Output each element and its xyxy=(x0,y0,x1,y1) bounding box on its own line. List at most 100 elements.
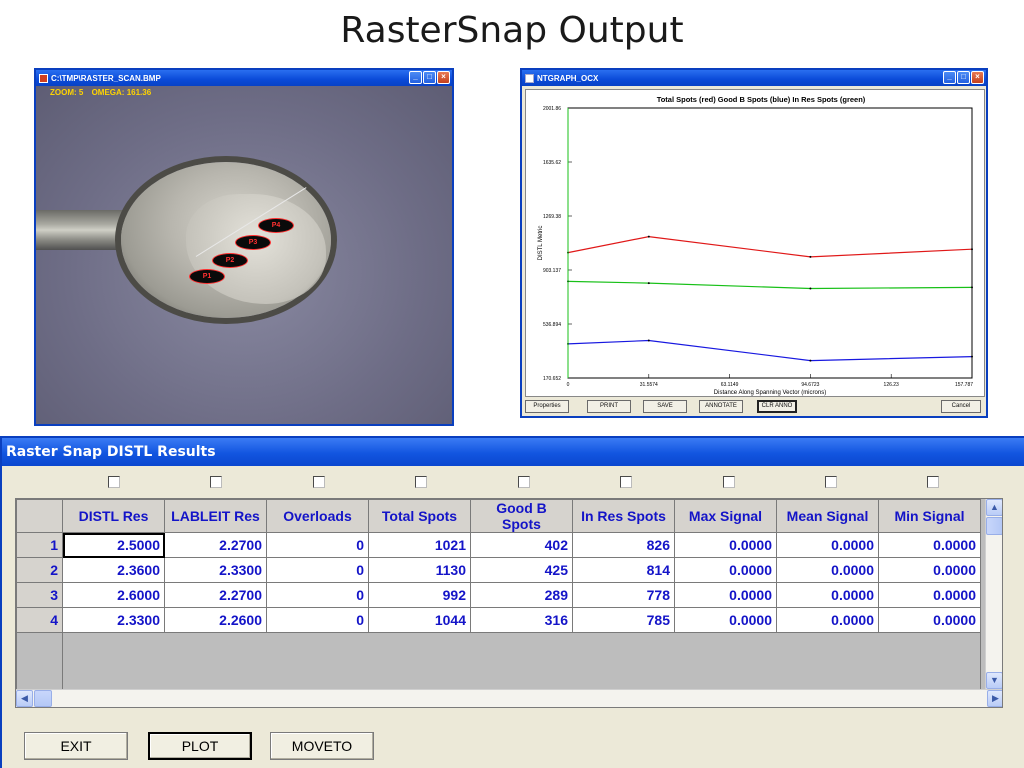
vertical-scrollbar[interactable]: ▲ ▼ xyxy=(985,499,1002,689)
table-cell[interactable]: 826 xyxy=(572,532,675,558)
row-header[interactable]: 1 xyxy=(16,532,63,558)
close-button[interactable]: × xyxy=(971,71,984,84)
column-checkbox[interactable] xyxy=(518,476,530,488)
scroll-thumb[interactable] xyxy=(986,517,1002,535)
x-tick-label: 157.787 xyxy=(955,382,973,388)
plot-button[interactable]: PLOT xyxy=(148,732,252,760)
graph-window-titlebar[interactable]: NTGRAPH_OCX _ □ × xyxy=(522,70,986,86)
column-header[interactable]: In Res Spots xyxy=(572,499,675,533)
minimize-button[interactable]: _ xyxy=(943,71,956,84)
table-cell[interactable]: 0.0000 xyxy=(776,557,879,583)
column-checkbox[interactable] xyxy=(927,476,939,488)
scroll-thumb[interactable] xyxy=(34,690,52,707)
column-checkbox[interactable] xyxy=(313,476,325,488)
raster-point-p4[interactable]: P4 xyxy=(258,218,294,233)
table-cell[interactable]: 2.3600 xyxy=(62,557,165,583)
column-header[interactable]: Min Signal xyxy=(878,499,981,533)
scroll-right-icon[interactable]: ▶ xyxy=(987,690,1002,707)
maximize-button[interactable]: □ xyxy=(957,71,970,84)
row-header[interactable]: 3 xyxy=(16,582,63,608)
raster-point-p1[interactable]: P1 xyxy=(189,269,225,284)
minimize-button[interactable]: _ xyxy=(409,71,422,84)
table-cell[interactable]: 2.6000 xyxy=(62,582,165,608)
scroll-up-icon[interactable]: ▲ xyxy=(986,499,1002,516)
raster-window-titlebar[interactable]: C:\TMP\RASTER_SCAN.BMP _ □ × xyxy=(36,70,452,86)
table-cell[interactable]: 316 xyxy=(470,607,573,633)
row-header[interactable]: 2 xyxy=(16,557,63,583)
table-cell[interactable]: 0 xyxy=(266,607,369,633)
table-cell[interactable]: 778 xyxy=(572,582,675,608)
raster-point-p3[interactable]: P3 xyxy=(235,235,271,250)
table-cell[interactable]: 2.2600 xyxy=(164,607,267,633)
save-button[interactable]: SAVE xyxy=(643,400,687,413)
column-header[interactable]: Mean Signal xyxy=(776,499,879,533)
table-cell[interactable]: 0.0000 xyxy=(878,607,981,633)
app-icon xyxy=(39,73,48,83)
table-cell[interactable]: 992 xyxy=(368,582,471,608)
table-cell[interactable]: 0.0000 xyxy=(776,582,879,608)
column-checkbox[interactable] xyxy=(723,476,735,488)
raster-image[interactable]: ZOOM: 5 OMEGA: 161.36 P1 P2 P3 P4 xyxy=(36,86,452,424)
table-cell[interactable]: 0.0000 xyxy=(878,582,981,608)
data-point xyxy=(809,255,812,258)
table-cell[interactable]: 1044 xyxy=(368,607,471,633)
slide-title: RasterSnap Output xyxy=(340,10,684,51)
close-button[interactable]: × xyxy=(437,71,450,84)
print-button[interactable]: PRINT xyxy=(587,400,631,413)
table-cell[interactable]: 289 xyxy=(470,582,573,608)
table-cell[interactable]: 0.0000 xyxy=(776,607,879,633)
table-cell[interactable]: 814 xyxy=(572,557,675,583)
y-tick-label: 536.894 xyxy=(543,322,561,328)
column-header[interactable]: Max Signal xyxy=(674,499,777,533)
annotate-button[interactable]: ANNOTATE xyxy=(699,400,743,413)
column-checkbox[interactable] xyxy=(108,476,120,488)
chart-title: Total Spots (red) Good B Spots (blue) In… xyxy=(657,95,866,104)
column-header[interactable]: Good B Spots xyxy=(470,499,573,533)
table-cell[interactable]: 2.2700 xyxy=(164,582,267,608)
raster-image-window: C:\TMP\RASTER_SCAN.BMP _ □ × ZOOM: 5 OME… xyxy=(34,68,454,426)
table-cell[interactable]: 2.5000 xyxy=(62,532,165,558)
table-cell[interactable]: 1021 xyxy=(368,532,471,558)
table-cell[interactable]: 2.3300 xyxy=(62,607,165,633)
table-cell[interactable]: 0.0000 xyxy=(878,532,981,558)
table-cell[interactable]: 0.0000 xyxy=(674,557,777,583)
clr-anno-button[interactable]: CLR ANNO xyxy=(757,400,797,413)
table-cell[interactable]: 0.0000 xyxy=(674,607,777,633)
column-header[interactable]: Overloads xyxy=(266,499,369,533)
table-cell[interactable]: 2.3300 xyxy=(164,557,267,583)
table-cell[interactable]: 2.2700 xyxy=(164,532,267,558)
table-row: 1 2.5000 2.2700 0 1021 402 826 0.0000 0.… xyxy=(16,532,981,558)
column-checkbox[interactable] xyxy=(210,476,222,488)
series-line-total-spots xyxy=(567,235,973,258)
table-cell[interactable]: 0 xyxy=(266,532,369,558)
table-cell[interactable]: 0.0000 xyxy=(878,557,981,583)
moveto-button[interactable]: MOVETO xyxy=(270,732,374,760)
y-tick-label: 1269.38 xyxy=(543,214,561,220)
x-tick-label: 126.23 xyxy=(884,382,900,388)
table-cell[interactable]: 0.0000 xyxy=(776,532,879,558)
scroll-left-icon[interactable]: ◀ xyxy=(16,690,33,707)
table-cell[interactable]: 425 xyxy=(470,557,573,583)
table-cell[interactable]: 0.0000 xyxy=(674,532,777,558)
table-cell[interactable]: 785 xyxy=(572,607,675,633)
table-cell[interactable]: 402 xyxy=(470,532,573,558)
column-header[interactable]: Total Spots xyxy=(368,499,471,533)
exit-button[interactable]: EXIT xyxy=(24,732,128,760)
scroll-down-icon[interactable]: ▼ xyxy=(986,672,1002,689)
column-checkbox[interactable] xyxy=(415,476,427,488)
column-header[interactable]: LABLEIT Res xyxy=(164,499,267,533)
table-cell[interactable]: 0 xyxy=(266,582,369,608)
column-checkbox[interactable] xyxy=(825,476,837,488)
table-cell[interactable]: 0 xyxy=(266,557,369,583)
horizontal-scrollbar[interactable]: ◀ ▶ xyxy=(16,689,1002,707)
table-cell[interactable]: 1130 xyxy=(368,557,471,583)
cancel-button[interactable]: Cancel xyxy=(941,400,981,413)
properties-button[interactable]: Properties xyxy=(525,400,569,413)
maximize-button[interactable]: □ xyxy=(423,71,436,84)
distl-window-title[interactable]: Raster Snap DISTL Results xyxy=(2,438,1024,466)
column-header[interactable]: DISTL Res xyxy=(62,499,165,533)
raster-point-p2[interactable]: P2 xyxy=(212,253,248,268)
table-cell[interactable]: 0.0000 xyxy=(674,582,777,608)
column-checkbox[interactable] xyxy=(620,476,632,488)
row-header[interactable]: 4 xyxy=(16,607,63,633)
